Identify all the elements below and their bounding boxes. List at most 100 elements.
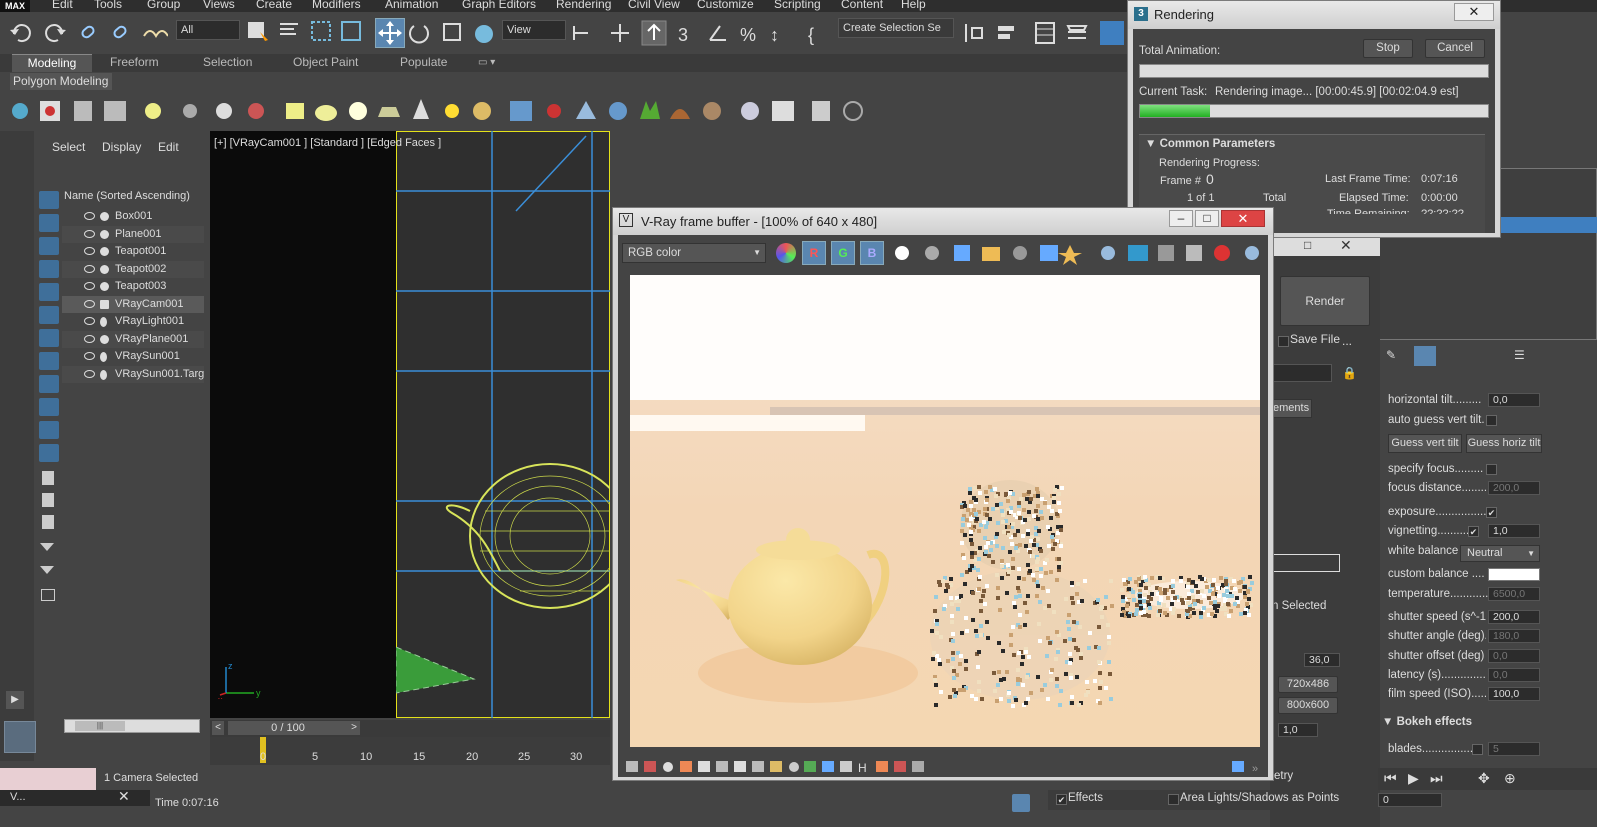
scene-item[interactable]: Plane001 [62,226,204,243]
save-file-checkbox[interactable] [1278,336,1289,347]
scene-tab-select[interactable]: Select [52,140,85,154]
taskbar-item[interactable]: V... [10,791,26,803]
eye-icon[interactable] [84,370,95,378]
horizontal-tilt-spinner[interactable]: 0,0 [1488,393,1540,407]
custom-balance-color-swatch[interactable] [1488,568,1540,581]
display-spacewarps-icon[interactable] [39,306,59,324]
maximize-icon[interactable]: □ [1195,210,1219,227]
eye-icon[interactable] [84,247,95,255]
blue-channel-button[interactable]: B [860,241,884,265]
vignetting-checkbox[interactable]: ✔ [1468,526,1479,537]
eye-icon[interactable] [84,335,95,343]
eye-icon[interactable] [84,300,95,308]
tab-freeform[interactable]: Freeform [110,54,159,72]
menu-edit[interactable]: Edit [52,0,73,11]
focus-distance-spinner[interactable]: 200,0 [1488,481,1540,495]
close-icon[interactable]: ✕ [118,788,130,805]
output-path-field[interactable] [1270,554,1340,572]
undo-redo-icons[interactable] [8,20,68,46]
cancel-button[interactable]: Cancel [1425,39,1485,58]
maximize-icon[interactable]: □ [1304,238,1311,252]
scene-item[interactable]: Teapot003 [62,278,204,295]
display-xrefs-icon[interactable] [39,352,59,370]
move-tool-button[interactable] [375,18,405,48]
pin-icon[interactable]: ✎ [1386,348,1396,362]
exposure-checkbox[interactable]: ✔ [1486,507,1497,518]
rendered-image[interactable] [630,275,1260,747]
scene-item[interactable]: VRaySun001.Target [62,366,204,383]
more-options-icon[interactable]: ... [1342,334,1352,348]
specify-focus-checkbox[interactable] [1486,464,1497,475]
red-channel-button[interactable]: R [802,241,826,265]
menu-customize[interactable]: Customize [697,0,754,11]
vfb-bottom-toolbar[interactable]: H » [626,759,1266,775]
preset-dropdown[interactable] [1270,364,1332,382]
tab-render-elements[interactable]: ements [1270,399,1312,418]
show-end-result-icon[interactable] [1414,346,1436,366]
channel-dropdown[interactable]: RGB color ▼ [622,243,766,263]
viewport-layout-icon[interactable] [4,721,36,753]
track-bar[interactable]: 0 5 10 15 20 25 30 [210,737,610,765]
vignetting-spinner[interactable]: 1,0 [1488,524,1540,538]
pixel-aspect-spinner[interactable]: 1,0 [1278,723,1318,737]
aperture-spinner[interactable]: 36,0 [1304,653,1340,667]
minimize-icon[interactable]: – [1169,210,1193,227]
display-frozen-icon[interactable] [39,421,59,439]
stop-button[interactable]: Stop [1363,39,1413,58]
camera-viewport[interactable]: y z x [+] [VRayCam001 ] [Standard ] [Edged… [210,131,610,718]
scene-horizontal-scrollbar[interactable]: ||| [64,719,200,733]
menu-help[interactable]: Help [901,0,926,11]
expand-arrow-icon[interactable]: ▶ [6,691,24,709]
green-channel-button[interactable]: G [831,241,855,265]
menu-modifiers[interactable]: Modifiers [312,0,361,11]
rendering-tools-icons[interactable] [0,91,880,131]
display-shapes-icon[interactable] [39,214,59,232]
close-icon[interactable]: ✕ [1454,3,1494,21]
eye-icon[interactable] [84,282,95,290]
bokeh-effects-rollout[interactable]: ▼ Bokeh effects [1382,714,1472,730]
menu-animation[interactable]: Animation [385,0,438,11]
menu-tools[interactable]: Tools [94,0,122,11]
area-lights-checkbox[interactable] [1168,794,1179,805]
next-frame-button[interactable]: > [348,721,360,735]
create-selection-set-field[interactable]: Create Selection Se [838,18,954,38]
viewport-label[interactable]: [+] [VRayCam001 ] [Standard ] [Edged Fac… [214,137,441,149]
scene-item[interactable]: Teapot002 [62,261,204,278]
scene-tab-display[interactable]: Display [102,140,141,154]
link-icons[interactable] [78,20,168,46]
play-icon[interactable]: ▶ [1408,770,1419,787]
funnel-icon[interactable] [40,543,54,557]
filter-icon[interactable] [42,471,54,485]
eye-icon[interactable] [84,230,95,238]
color-channels-icon[interactable] [776,243,796,263]
scene-column-header[interactable]: Name (Sorted Ascending) [64,190,190,202]
temperature-spinner[interactable]: 6500,0 [1488,587,1540,601]
close-icon[interactable]: ✕ [1340,237,1352,254]
time-slider[interactable]: < 0 / 100 > [210,720,610,737]
menu-create[interactable]: Create [256,0,292,11]
latency-spinner[interactable]: 0,0 [1488,668,1540,682]
funnel-select-icon[interactable] [40,566,54,580]
display-groups-icon[interactable] [39,329,59,347]
eye-icon[interactable] [84,212,95,220]
scene-tab-edit[interactable]: Edit [158,140,179,154]
list-icon[interactable] [42,515,54,529]
polygon-modeling-label[interactable]: Polygon Modeling [10,73,112,90]
preset-800x600-button[interactable]: 800x600 [1278,697,1338,714]
guess-vert-tilt-button[interactable]: Guess vert tilt [1388,434,1462,453]
reference-coordinate-dropdown[interactable]: View [502,20,566,40]
display-hidden-icon[interactable] [39,444,59,462]
menu-graph-editors[interactable]: Graph Editors [462,0,536,11]
tab-selection[interactable]: Selection [203,54,252,72]
display-cameras-icon[interactable] [39,260,59,278]
tab-modeling[interactable]: Modeling [12,54,92,72]
modifier-stack-selected[interactable] [1499,217,1597,233]
display-bones-icon[interactable] [39,375,59,393]
scene-item-selected[interactable]: VRayCam001 [62,296,204,313]
close-icon[interactable]: ✕ [1221,210,1265,227]
maxscript-listener[interactable] [0,768,96,790]
blades-spinner[interactable]: 5 [1488,742,1540,756]
display-containers-icon[interactable] [39,398,59,416]
eye-icon[interactable] [84,352,95,360]
render-button[interactable]: Render [1280,276,1370,326]
